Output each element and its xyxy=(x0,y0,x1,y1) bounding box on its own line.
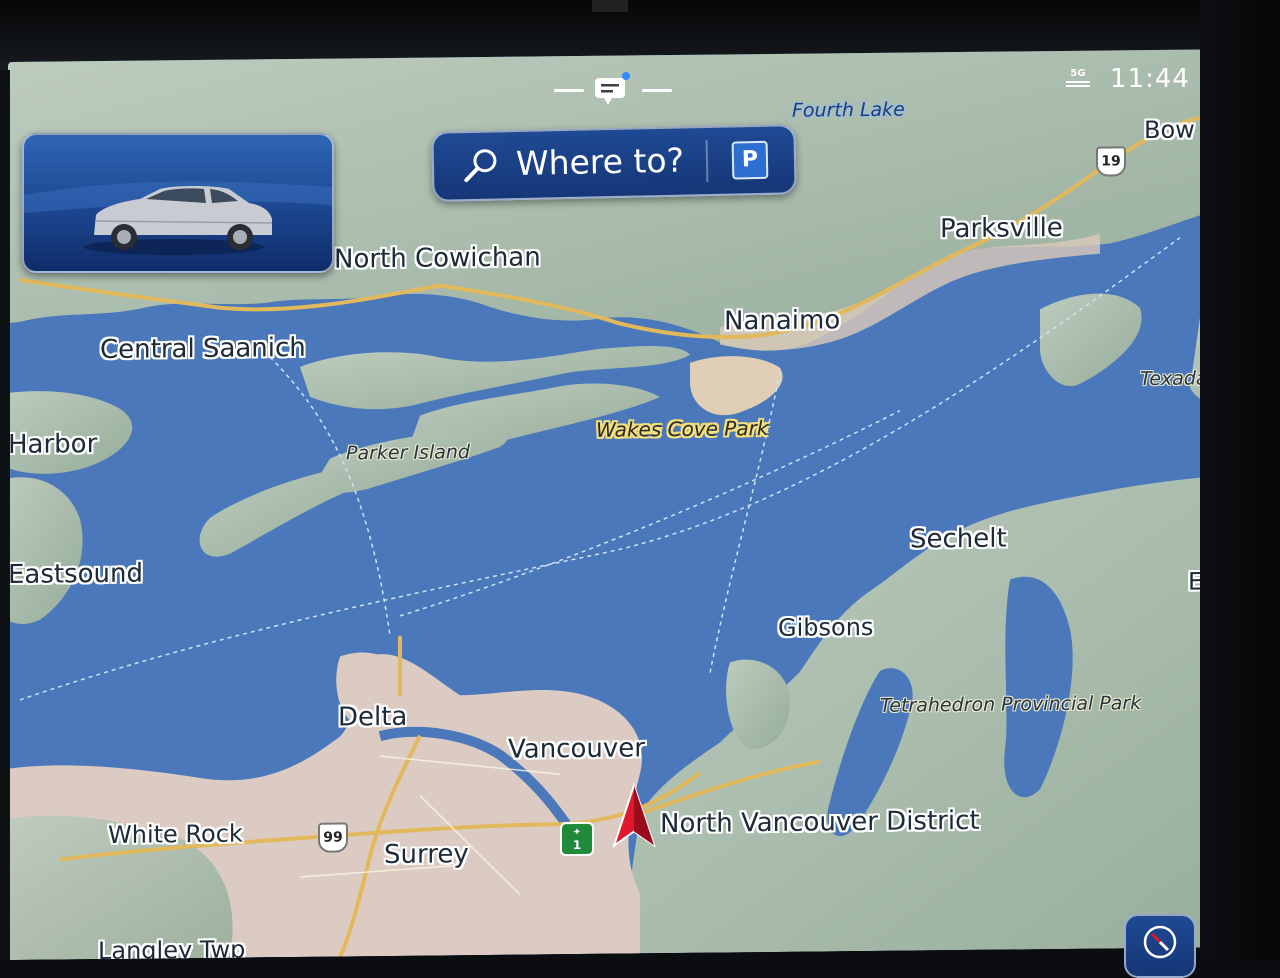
route-shield-19: 19 xyxy=(1096,146,1126,177)
map-label-bow: Bow xyxy=(1144,115,1195,145)
map-label-fourth-lake: Fourth Lake xyxy=(792,98,905,122)
map-label-eastsound: Eastsound xyxy=(8,558,144,590)
compass-icon xyxy=(1143,925,1177,959)
bezel-notch xyxy=(592,0,628,12)
search-input[interactable]: Where to? xyxy=(516,141,685,184)
search-divider xyxy=(705,140,709,183)
search-icon xyxy=(464,149,497,183)
map-label-tetrahedron-park: Tetrahedron Provincial Park xyxy=(880,692,1142,717)
route-shield-99: 99 xyxy=(318,822,348,853)
map-label-delta: Delta xyxy=(338,701,408,733)
trans-canada-shield: ✦ 1 xyxy=(560,821,594,857)
map-label-sechelt: Sechelt xyxy=(910,523,1007,555)
destination-search-bar[interactable]: Where to? P xyxy=(431,124,797,202)
screen-bezel-left xyxy=(0,70,10,960)
map-label-central-saanich: Central Saanich xyxy=(100,332,306,366)
map-label-nanaimo: Nanaimo xyxy=(724,305,841,337)
parking-button[interactable]: P xyxy=(731,140,769,180)
clock: 11:44 xyxy=(1110,64,1190,94)
map-label-langley: Langley Twp xyxy=(98,935,246,961)
map-label-north-vancouver: North Vancouver District xyxy=(660,805,980,840)
map-orientation-button[interactable] xyxy=(1124,914,1196,978)
map-label-gibsons: Gibsons xyxy=(778,612,874,642)
map-label-surrey: Surrey xyxy=(384,839,469,871)
map-label-parker-island: Parker Island xyxy=(346,441,470,465)
map-label-white-rock: White Rock xyxy=(108,819,243,849)
screen-bezel-right xyxy=(1200,0,1280,960)
map-label-parksville: Parksville xyxy=(940,212,1063,245)
map-label-vancouver: Vancouver xyxy=(508,733,645,765)
car-icon xyxy=(24,181,332,255)
messages-handle[interactable] xyxy=(554,72,672,108)
map-label-texada: Texada xyxy=(1140,367,1204,391)
chat-bubble-icon xyxy=(595,72,630,105)
map-label-wakes-cove-park: Wakes Cove Park xyxy=(596,416,769,442)
route-number-1: 1 xyxy=(572,837,582,852)
maple-leaf-icon: ✦ xyxy=(572,826,582,838)
network-indicator: 5G xyxy=(1066,68,1090,89)
vehicle-status-tile[interactable] xyxy=(22,133,334,273)
network-label: 5G xyxy=(1070,68,1086,79)
map-label-north-cowichan: North Cowichan xyxy=(334,242,541,275)
map-label-harbor: Harbor xyxy=(8,429,98,460)
